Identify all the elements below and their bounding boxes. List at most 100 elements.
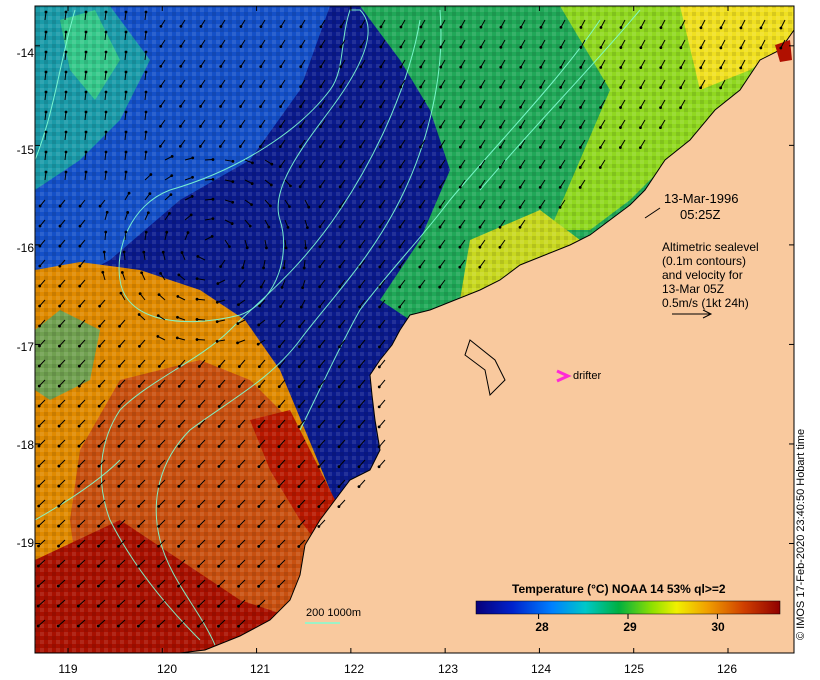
velocity-arrow-head (64, 130, 68, 134)
velocity-arrow-head (57, 384, 61, 388)
velocity-arrow-head (279, 125, 282, 129)
y-tick-label: -17 (16, 340, 34, 354)
velocity-arrow-head (357, 445, 361, 449)
velocity-arrow-head (218, 145, 222, 148)
velocity-arrow-head (195, 277, 199, 281)
velocity-arrow-head (178, 144, 182, 148)
velocity-arrow-head (58, 204, 62, 208)
velocity-arrow-head (357, 425, 361, 429)
velocity-arrow-head (219, 45, 223, 48)
velocity-arrow-head (299, 105, 302, 109)
velocity-arrow-head (759, 26, 763, 30)
y-tick-label: -15 (16, 143, 34, 157)
velocity-arrow-head (76, 584, 80, 588)
velocity-arrow-head (277, 505, 281, 508)
velocity-arrow-head (78, 204, 82, 208)
velocity-arrow-head (479, 25, 483, 29)
velocity-arrow-head (439, 25, 443, 29)
velocity-arrow-head (117, 424, 121, 428)
velocity-arrow-head (280, 286, 284, 289)
velocity-arrow-head (298, 345, 301, 349)
velocity-arrow-head (157, 384, 161, 388)
legend-line: 0.5m/s (1kt 24h) (662, 296, 749, 310)
velocity-arrow-head (559, 105, 562, 109)
velocity-arrow-head (36, 604, 40, 608)
velocity-arrow-head (579, 106, 582, 109)
velocity-arrow-head (579, 126, 582, 129)
velocity-arrow-head (231, 180, 235, 184)
velocity-arrow-head (117, 524, 121, 528)
velocity-arrow-head (197, 584, 200, 588)
velocity-arrow-head (338, 165, 342, 169)
velocity-arrow-head (277, 525, 281, 528)
velocity-arrow-head (57, 544, 60, 548)
velocity-arrow-head (84, 150, 88, 154)
velocity-arrow-head (137, 464, 141, 468)
velocity-arrow-head (237, 604, 240, 608)
velocity-arrow-head (297, 385, 301, 389)
velocity-arrow-head (378, 145, 382, 149)
velocity-arrow-head (104, 50, 108, 54)
velocity-arrow-head (117, 404, 121, 408)
velocity-arrow-head (539, 45, 543, 49)
velocity-arrow-head (288, 205, 291, 209)
velocity-arrow-head (177, 424, 181, 428)
velocity-arrow-head (239, 45, 243, 48)
velocity-arrow-head (104, 70, 108, 74)
velocity-arrow-head (299, 45, 303, 49)
velocity-arrow-head (165, 230, 169, 234)
velocity-arrow-head (257, 545, 261, 548)
velocity-arrow-head (438, 245, 442, 249)
velocity-arrow-head (478, 245, 482, 249)
velocity-arrow-head (197, 385, 201, 388)
velocity-arrow-head (219, 65, 223, 68)
velocity-arrow-head (317, 365, 321, 369)
velocity-arrow-head (122, 250, 126, 254)
velocity-arrow-head (359, 65, 363, 69)
velocity-arrow-head (157, 504, 161, 508)
velocity-arrow-head (56, 624, 60, 628)
velocity-arrow-head (195, 297, 199, 301)
velocity-arrow-head (84, 130, 88, 134)
x-tick-label: 121 (249, 662, 271, 676)
velocity-arrow-head (259, 85, 263, 89)
velocity-arrow-head (319, 85, 323, 89)
velocity-arrow-head (177, 364, 181, 368)
velocity-arrow-head (78, 344, 81, 348)
velocity-arrow-head (118, 344, 121, 348)
velocity-arrow-head (538, 205, 542, 209)
velocity-arrow-head (539, 105, 542, 109)
velocity-arrow-head (338, 205, 342, 209)
velocity-arrow-head (256, 342, 260, 346)
velocity-arrow-head (277, 565, 281, 568)
velocity-arrow-head (142, 250, 146, 254)
velocity-arrow-head (117, 544, 120, 548)
velocity-arrow-head (458, 205, 462, 209)
velocity-arrow-head (44, 130, 48, 134)
velocity-arrow-head (359, 125, 362, 129)
velocity-arrow-head (378, 345, 381, 349)
velocity-arrow-head (237, 505, 241, 508)
velocity-arrow-head (77, 464, 81, 468)
velocity-arrow-head (104, 170, 108, 174)
velocity-arrow-head (97, 464, 101, 468)
velocity-arrow-head (37, 524, 41, 528)
velocity-arrow-head (250, 182, 254, 185)
x-tick-label: 126 (716, 662, 738, 676)
velocity-arrow-head (38, 304, 42, 308)
velocity-arrow-head (98, 324, 101, 328)
velocity-arrow-head (318, 185, 322, 189)
velocity-arrow-head (277, 545, 281, 548)
velocity-arrow-head (57, 404, 61, 408)
velocity-arrow-head (77, 424, 81, 428)
velocity-arrow-head (96, 624, 100, 628)
velocity-arrow-head (136, 624, 140, 628)
velocity-arrow-head (679, 106, 682, 110)
velocity-arrow-head (259, 25, 263, 29)
velocity-arrow-head (137, 544, 140, 548)
velocity-arrow-head (599, 86, 603, 89)
velocity-arrow-head (231, 159, 235, 163)
velocity-arrow-head (137, 444, 141, 448)
velocity-arrow-head (339, 25, 343, 29)
velocity-arrow-head (179, 24, 183, 28)
